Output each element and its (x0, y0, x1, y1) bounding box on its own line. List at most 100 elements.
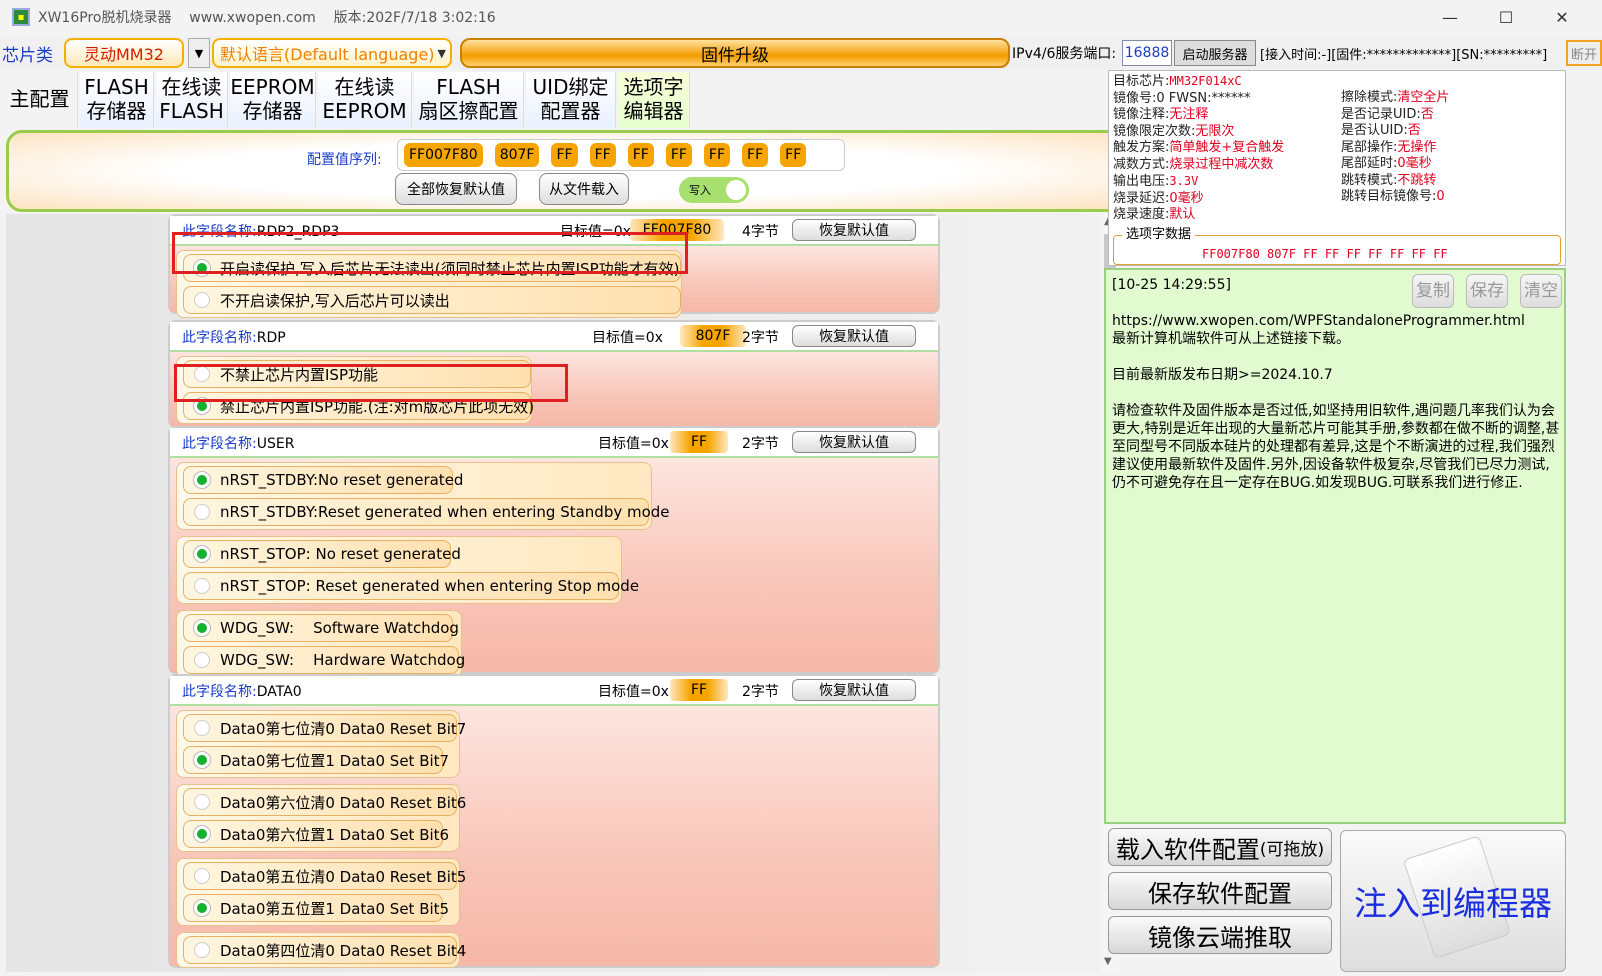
start-server-button[interactable]: 启动服务器 (1174, 40, 1256, 66)
radio-unchecked-icon[interactable] (194, 942, 210, 958)
config-value-chip[interactable]: FF (665, 143, 692, 167)
port-input[interactable]: 16888 (1122, 40, 1172, 66)
chevron-down-icon[interactable]: ▼ (188, 38, 210, 68)
option-radio-item[interactable]: nRST_STDBY:No reset generated (183, 466, 463, 494)
radio-checked-icon[interactable] (194, 620, 210, 636)
tab-1[interactable]: FLASH 存储器 (80, 72, 154, 128)
config-value-chip[interactable]: FF (780, 143, 807, 167)
app-icon: ▪ (12, 8, 30, 26)
info-row: 减数方式:烧录过程中减次数 (1113, 157, 1284, 174)
clear-log-button[interactable]: 清空 (1520, 274, 1562, 308)
info-key: 跳转目标镜像号: (1341, 189, 1437, 204)
option-radio-item[interactable]: WDG_SW: Hardware Watchdog (183, 646, 465, 674)
chip-type-label: 芯片类 (2, 45, 53, 66)
close-button[interactable]: ✕ (1538, 0, 1586, 34)
option-radio-item[interactable]: nRST_STDBY:Reset generated when entering… (183, 498, 670, 526)
language-select[interactable]: 默认语言(Default language) ▼ (212, 38, 452, 68)
config-value-chip[interactable]: FF (742, 143, 769, 167)
load-config-button[interactable]: 载入软件配置 (可拖放) (1108, 828, 1332, 866)
scroll-down-icon[interactable]: ▼ (1104, 956, 1112, 967)
chip-info-panel: 目标芯片:MM32F014xC 镜像号:0 FWSN:****** 镜像注释:无注释… (1108, 70, 1566, 266)
field-editor-pane[interactable]: 此字段名称:RDP2_RDP3 目标值=0x FF007F80 4字节 恢复默认值 开启读… (6, 214, 1120, 972)
maximize-button[interactable]: ☐ (1482, 0, 1530, 34)
tab-5[interactable]: FLASH 扇区擦配置 (414, 72, 524, 128)
option-radio-item[interactable]: 不开启读保护,写入后芯片可以读出 (183, 286, 681, 314)
tab-4[interactable]: 在线读 EEPROM (318, 72, 412, 128)
tab-0[interactable]: 主配置 (2, 72, 78, 128)
radio-unchecked-icon[interactable] (194, 578, 210, 594)
option-radio-item[interactable]: nRST_STOP: No reset generated (183, 540, 461, 568)
option-radio-item[interactable]: Data0第七位清0 Data0 Reset Bit7 (183, 714, 466, 742)
option-radio-item[interactable]: nRST_STOP: Reset generated when entering… (183, 572, 639, 600)
copy-log-button[interactable]: 复制 (1412, 274, 1454, 308)
tab-7[interactable]: 选项字 编辑器 (618, 72, 690, 128)
option-radio-item[interactable]: Data0第七位置1 Data0 Set Bit7 (183, 746, 449, 774)
save-log-button[interactable]: 保存 (1466, 274, 1508, 308)
target-value[interactable]: FF (670, 431, 728, 453)
config-value-chip[interactable]: FF (627, 143, 654, 167)
target-value[interactable]: 807F (680, 325, 746, 347)
byte-count: 4字节 (742, 224, 779, 240)
option-radio-item[interactable]: Data0第五位清0 Data0 Reset Bit5 (183, 862, 466, 890)
info-key: 烧录延迟: (1113, 190, 1170, 206)
log-panel[interactable]: [10-25 14:29:55] 复制 保存 清空 https://www.xw… (1104, 268, 1566, 824)
info-row: 镜像限定次数:无限次 (1113, 124, 1284, 141)
firmware-upgrade-button[interactable]: 固件升级 (460, 38, 1010, 68)
log-text: https://www.xwopen.com/WPFStandaloneProg… (1112, 313, 1560, 491)
field-name-value: RDP (256, 330, 286, 346)
option-bytes-legend: 选项字数据 (1122, 227, 1196, 244)
option-group: Data0第七位清0 Data0 Reset Bit7 Data0第七位置1 Da… (176, 710, 466, 778)
option-radio-item[interactable]: Data0第四位清0 Data0 Reset Bit4 (183, 936, 466, 964)
option-radio-item[interactable]: Data0第六位置1 Data0 Set Bit6 (183, 820, 449, 848)
radio-unchecked-icon[interactable] (194, 292, 210, 308)
save-config-button[interactable]: 保存软件配置 (1108, 872, 1332, 910)
option-radio-item[interactable]: WDG_SW: Software Watchdog (183, 614, 459, 642)
cloud-pull-button[interactable]: 镜像云端推取 (1108, 916, 1332, 954)
tab-label-line1: 主配置 (9, 87, 70, 111)
reset-default-button[interactable]: 恢复默认值 (792, 679, 916, 701)
config-value-chip[interactable]: FF (703, 143, 731, 167)
toggle-knob (726, 180, 746, 200)
field-options: nRST_STDBY:No reset generated nRST_STDBY:… (170, 458, 938, 678)
radio-unchecked-icon[interactable] (194, 504, 210, 520)
radio-checked-icon[interactable] (194, 546, 210, 562)
inject-to-programmer-button[interactable]: 注入到编程器 (1340, 830, 1566, 972)
tab-label-line1: FLASH (84, 75, 149, 99)
load-config-note: (可拖放) (1259, 839, 1325, 860)
info-key: 跳转模式: (1341, 172, 1398, 188)
radio-unchecked-icon[interactable] (194, 868, 210, 884)
reset-default-button[interactable]: 恢复默认值 (792, 431, 916, 453)
radio-checked-icon[interactable] (194, 900, 210, 916)
radio-checked-icon[interactable] (194, 472, 210, 488)
config-value-chip[interactable]: FF (589, 143, 616, 167)
field-name-label: 此字段名称: (182, 684, 257, 700)
disconnect-button[interactable]: 断开 (1566, 40, 1602, 66)
radio-unchecked-icon[interactable] (194, 794, 210, 810)
tab-3[interactable]: EEPROM 存储器 (230, 72, 316, 128)
write-toggle[interactable]: 写入 (679, 177, 749, 203)
config-value-chip[interactable]: 807F (494, 143, 540, 167)
field-options: Data0第七位清0 Data0 Reset Bit7 Data0第七位置1 Da… (170, 706, 938, 968)
minimize-button[interactable]: — (1426, 0, 1474, 34)
config-value-chip[interactable]: FF (551, 143, 578, 167)
tab-2[interactable]: 在线读 FLASH (156, 72, 228, 128)
reset-all-defaults-button[interactable]: 全部恢复默认值 (395, 173, 517, 205)
load-from-file-button[interactable]: 从文件载入 (539, 173, 629, 205)
target-value[interactable]: FF (670, 679, 728, 701)
toolbar: 芯片类 灵动MM32 ▼ 默认语言(Default language) ▼ 固件升… (0, 36, 1602, 70)
tab-6[interactable]: UID绑定 配置器 (526, 72, 616, 128)
option-radio-item[interactable]: Data0第五位置1 Data0 Set Bit5 (183, 894, 449, 922)
chip-select[interactable]: 灵动MM32 (64, 38, 184, 68)
reset-default-button[interactable]: 恢复默认值 (792, 325, 916, 347)
config-value-chip[interactable]: FF007F80 (404, 143, 483, 167)
info-key: 输出电压: (1113, 174, 1170, 189)
radio-checked-icon[interactable] (194, 752, 210, 768)
radio-checked-icon[interactable] (194, 826, 210, 842)
reset-default-button[interactable]: 恢复默认值 (792, 219, 916, 241)
radio-unchecked-icon[interactable] (194, 652, 210, 668)
radio-unchecked-icon[interactable] (194, 720, 210, 736)
tab-label-line2: 扇区擦配置 (418, 99, 519, 123)
info-row: 镜像号:0 FWSN:****** (1113, 91, 1284, 108)
option-radio-item[interactable]: Data0第六位清0 Data0 Reset Bit6 (183, 788, 466, 816)
info-left-column: 目标芯片:MM32F014xC 镜像号:0 FWSN:****** 镜像注释:无注释… (1113, 73, 1284, 224)
